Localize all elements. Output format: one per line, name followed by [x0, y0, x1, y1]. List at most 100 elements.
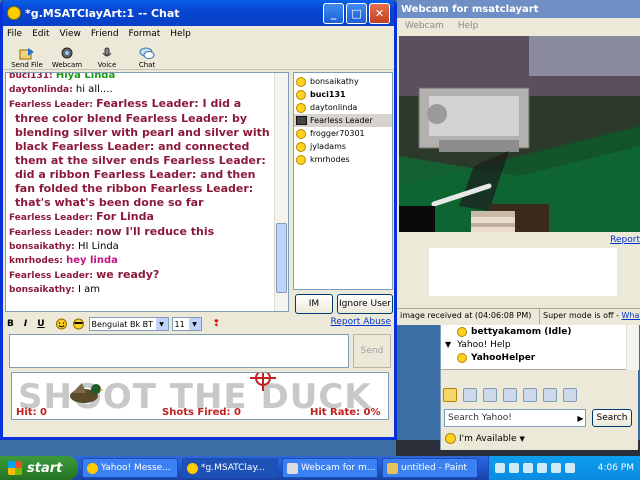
microphone-icon [102, 47, 112, 57]
hit-rate: Hit Rate: 0% [310, 407, 381, 418]
taskbar-item-chat[interactable]: *g.MSATClay... [182, 458, 278, 478]
message-text: For Linda [96, 210, 154, 223]
tray-icon[interactable] [495, 463, 505, 473]
menu-webcam-help[interactable]: Help [458, 21, 479, 31]
message-text: fan folded the ribbon Fearless Leader: [15, 182, 254, 195]
buddy-name: bonsaikathy [310, 77, 359, 86]
webcam-button[interactable]: Webcam [47, 47, 87, 69]
alert-icon[interactable]: ❢ [213, 319, 221, 329]
voice-button[interactable]: Voice [87, 47, 127, 69]
chat-scroll-thumb[interactable] [276, 223, 287, 293]
weather-tab-icon[interactable] [523, 388, 537, 402]
contacts-tab-icon[interactable] [443, 388, 457, 402]
chat-message: Fearless Leader: For Linda [9, 210, 285, 225]
send-button[interactable]: Send [353, 334, 391, 368]
chat-transcript[interactable]: buci131: Hiya Linda daytonlinda: hi all..… [5, 72, 289, 312]
message-text: HI Linda [77, 241, 119, 252]
contact-row[interactable]: bettyakamom (Idle) [441, 325, 639, 338]
menu-friend[interactable]: Friend [91, 29, 119, 39]
tray-icon[interactable] [565, 463, 575, 473]
message-text: I am [77, 284, 100, 295]
contact-row[interactable]: YahooHelper [441, 351, 639, 364]
contact-list-scrollbar[interactable] [626, 325, 639, 370]
news-tab-icon[interactable] [483, 388, 497, 402]
buddy-name: frogger70301 [310, 129, 365, 138]
tray-icon[interactable] [551, 463, 561, 473]
chat-button[interactable]: Chat [127, 47, 167, 69]
font-size-select[interactable]: 11 ▼ [171, 317, 202, 331]
chat-message: fan folded the ribbon Fearless Leader: [9, 182, 285, 196]
ignore-user-button[interactable]: Ignore User [337, 294, 393, 314]
chat-titlebar[interactable]: *g.MSATClayArt:1 -- Chat _ □ ✕ [3, 0, 394, 26]
send-file-label: Send File [11, 61, 43, 69]
message-input[interactable] [9, 334, 349, 368]
menu-webcam[interactable]: Webcam [405, 21, 444, 31]
chat-message: blending silver with pearl and silver wi… [9, 126, 285, 140]
message-sender: Fearless Leader: [9, 100, 93, 110]
chat-message: three color blend Fearless Leader: by [9, 112, 285, 126]
group-row[interactable]: ▼ Yahoo! Help [441, 338, 639, 351]
buddy-list-item[interactable]: jyladams [294, 140, 392, 153]
sports-tab-icon[interactable] [503, 388, 517, 402]
taskbar-item-paint[interactable]: untitled - Paint [382, 458, 478, 478]
tray-icon[interactable] [509, 463, 519, 473]
crosshair-icon [250, 373, 276, 391]
shoot-the-duck-game[interactable]: SHOOT THE DUCK Hit: 0 Shots Fired: 0 Hit… [11, 372, 389, 420]
buddy-list-item[interactable]: frogger70301 [294, 127, 392, 140]
send-file-button[interactable]: Send File [7, 47, 47, 69]
menu-file[interactable]: File [7, 29, 22, 39]
format-toolbar: B I U Benguiat Bk BT ▼ 11 ▼ ❢ Report Abuse [7, 316, 394, 332]
italic-button[interactable]: I [24, 319, 27, 329]
report-abuse-link[interactable]: Report Abuse [331, 317, 392, 327]
menu-format[interactable]: Format [129, 29, 161, 39]
games-tab-icon[interactable] [563, 388, 577, 402]
buddy-list-item[interactable]: daytonlinda [294, 101, 392, 114]
messenger-contact-list: bettyakamom (Idle) ▼ Yahoo! Help YahooHe… [441, 325, 639, 370]
search-arrow-icon[interactable]: ▶ [576, 411, 585, 425]
webcam-report-link[interactable]: Report [610, 235, 640, 245]
buddy-name: buci131 [310, 90, 346, 99]
audible-icon[interactable] [72, 318, 85, 330]
start-button[interactable]: start [0, 456, 78, 480]
duck-icon[interactable] [64, 381, 104, 405]
availability-status[interactable]: I'm Available ▼ [445, 433, 525, 444]
emoticon-icon[interactable] [55, 318, 68, 330]
webcam-label: Webcam [51, 61, 83, 69]
buddy-list-item[interactable]: bonsaikathy [294, 75, 392, 88]
menu-edit[interactable]: Edit [32, 29, 49, 39]
menu-help[interactable]: Help [170, 29, 191, 39]
buddy-list-item[interactable]: Fearless Leader [294, 114, 392, 127]
search-input[interactable]: Search Yahoo! [444, 409, 586, 427]
buddy-list-item[interactable]: buci131 [294, 88, 392, 101]
chat-message: them at the silver ends Fearless Leader: [9, 154, 285, 168]
close-button[interactable]: ✕ [369, 2, 390, 24]
buddy-list-item[interactable]: kmrhodes [294, 153, 392, 166]
chat-message: Fearless Leader: now I'll reduce this [9, 225, 285, 240]
chat-message: kmrhodes: hey linda [9, 254, 285, 268]
bold-button[interactable]: B [7, 319, 14, 329]
music-tab-icon[interactable] [543, 388, 557, 402]
taskbar-item-webcam[interactable]: Webcam for m... [282, 458, 378, 478]
stocks-tab-icon[interactable] [463, 388, 477, 402]
tray-icon[interactable] [537, 463, 547, 473]
webcam-titlebar[interactable]: Webcam for msatclayart [397, 0, 640, 18]
message-sender: Fearless Leader: [9, 213, 93, 223]
smiley-icon [296, 76, 306, 87]
menu-view[interactable]: View [60, 29, 81, 39]
expand-triangle-icon[interactable]: ▼ [445, 340, 451, 349]
taskbar-item-messenger[interactable]: Yahoo! Messe... [82, 458, 178, 478]
clock[interactable]: 4:06 PM [598, 463, 634, 473]
super-mode-help-link[interactable]: What [622, 311, 640, 320]
minimize-button[interactable]: _ [323, 2, 344, 24]
underline-button[interactable]: U [37, 319, 44, 329]
chat-message: did a ribbon Fearless Leader: and then [9, 168, 285, 182]
tray-icon[interactable] [523, 463, 533, 473]
search-button[interactable]: Search [592, 409, 632, 427]
font-select[interactable]: Benguiat Bk BT ▼ [88, 317, 169, 331]
webcam-video [399, 36, 640, 232]
contact-name: bettyakamom (Idle) [471, 326, 572, 337]
im-button[interactable]: IM [295, 294, 333, 314]
webcam-statusbar: image received at (04:06:08 PM) Super mo… [397, 308, 640, 324]
maximize-button[interactable]: □ [346, 2, 367, 24]
chat-scrollbar[interactable] [274, 73, 288, 311]
